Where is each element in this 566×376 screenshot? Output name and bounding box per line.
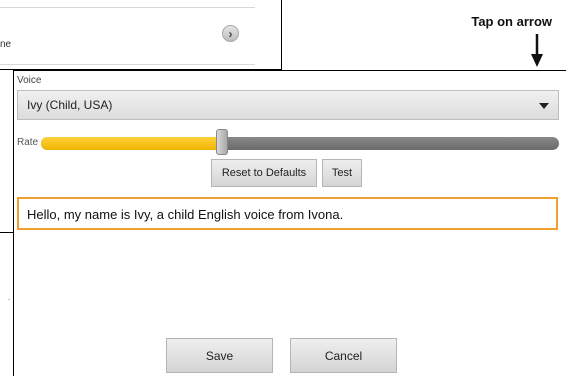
- test-button[interactable]: Test: [322, 159, 362, 187]
- rate-slider-fill: [41, 137, 222, 150]
- annotation-label: Tap on arrow: [471, 14, 552, 29]
- voice-settings-dialog: Voice Ivy (Child, USA) Rate Reset to Def…: [13, 70, 566, 376]
- cancel-button[interactable]: Cancel: [290, 338, 397, 373]
- chevron-right-icon[interactable]: ›: [222, 25, 239, 42]
- reset-to-defaults-button[interactable]: Reset to Defaults: [211, 159, 317, 187]
- voice-selected-value: Ivy (Child, USA): [27, 98, 113, 112]
- caret-down-icon[interactable]: [539, 103, 549, 109]
- background-row-label: ne: [0, 39, 12, 50]
- rate-slider-track[interactable]: [41, 137, 559, 150]
- sample-text-value: Hello, my name is Ivy, a child English v…: [27, 207, 344, 222]
- background-settings-panel: ne ›: [0, 0, 282, 70]
- voice-label: Voice: [17, 75, 42, 86]
- rate-label: Rate: [17, 137, 39, 148]
- voice-dropdown[interactable]: Ivy (Child, USA): [17, 90, 559, 120]
- save-button[interactable]: Save: [166, 338, 273, 373]
- background-divider: [0, 232, 13, 233]
- background-text-fragment: .: [8, 293, 11, 302]
- rate-slider-thumb[interactable]: [216, 129, 228, 155]
- sample-text-input[interactable]: Hello, my name is Ivy, a child English v…: [17, 197, 558, 230]
- divider: [0, 7, 255, 8]
- arrow-down-icon: [531, 34, 543, 67]
- divider: [0, 64, 255, 65]
